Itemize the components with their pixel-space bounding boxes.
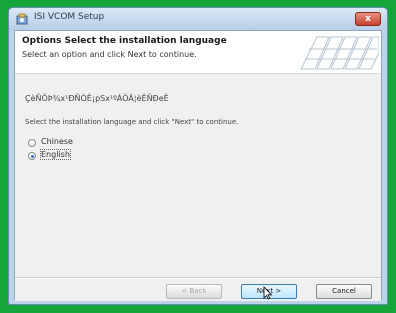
- mouse-pointer-icon: [263, 285, 273, 300]
- button-bar: < Back Next > Cancel: [15, 279, 381, 301]
- keyboard-graphic: [299, 33, 380, 71]
- cancel-button[interactable]: Cancel: [316, 284, 372, 299]
- instruction-text: Select the installation language and cli…: [25, 118, 239, 126]
- radio-chinese[interactable]: [28, 139, 36, 147]
- option-chinese-label: Chinese: [41, 137, 73, 146]
- option-english-label: English: [40, 149, 71, 160]
- close-icon: x: [365, 14, 371, 24]
- setup-window: ISI VCOM Setup x Options Select the inst…: [8, 7, 388, 305]
- screenshot-frame: ISI VCOM Setup x Options Select the inst…: [0, 0, 396, 313]
- dialog-client-area: Options Select the installation language…: [14, 30, 382, 301]
- title-bar[interactable]: ISI VCOM Setup x: [9, 8, 387, 30]
- header-title: Options Select the installation language: [22, 36, 227, 46]
- language-banner: ÇèÑÔÞ¾x¹ÐÑÒÊ¡pSx¹ºÁÖÄ¦èÊÑÐeÊ: [25, 94, 169, 103]
- radio-english[interactable]: [28, 152, 36, 160]
- header-panel: Options Select the installation language…: [15, 31, 381, 74]
- setup-app-icon: [15, 12, 29, 26]
- back-button[interactable]: < Back: [166, 284, 222, 299]
- header-subtitle: Select an option and click Next to conti…: [22, 50, 197, 59]
- close-button[interactable]: x: [355, 12, 381, 26]
- window-title: ISI VCOM Setup: [34, 12, 105, 22]
